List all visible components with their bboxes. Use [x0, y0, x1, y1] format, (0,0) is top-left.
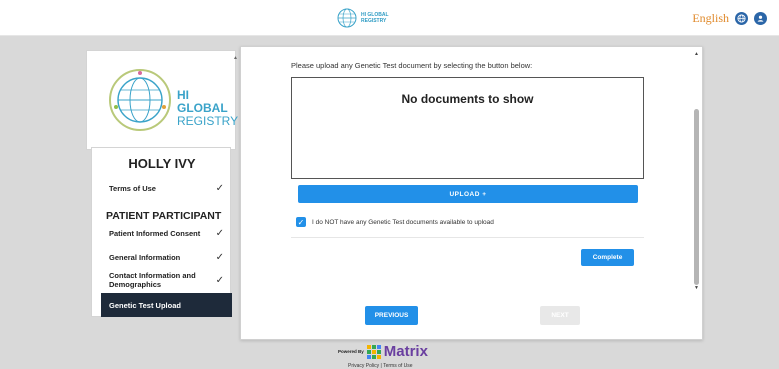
- language-selector[interactable]: English: [692, 11, 729, 26]
- sidebar-item-label: Terms of Use: [109, 184, 156, 193]
- next-button[interactable]: NEXT: [540, 306, 580, 325]
- globe-logo-icon: [337, 8, 357, 28]
- section-heading: PATIENT PARTICIPANT: [106, 210, 222, 222]
- scroll-down-icon[interactable]: ▼: [694, 285, 699, 291]
- sidebar-item-label: Contact Information and Demographics: [109, 271, 196, 289]
- sidebar-item-terms-of-use[interactable]: Terms of Use ✓: [92, 183, 232, 194]
- upload-button[interactable]: UPLOAD +: [298, 185, 638, 203]
- sidebar-item-genetic-test-upload[interactable]: Genetic Test Upload: [101, 293, 232, 317]
- scrollbar-thumb[interactable]: [694, 109, 699, 285]
- matrix-grid-logo-icon: [366, 344, 381, 359]
- user-account-icon[interactable]: [754, 12, 767, 25]
- sidebar-item-general-information[interactable]: General Information ✓: [92, 252, 232, 263]
- footer-branding: Powered By Matrix: [338, 343, 428, 360]
- powered-by-label: Powered By: [338, 349, 364, 354]
- check-icon: ✓: [215, 252, 224, 263]
- check-icon: ✓: [215, 183, 224, 194]
- no-documents-option[interactable]: ✓ I do NOT have any Genetic Test documen…: [296, 217, 494, 227]
- check-icon: ✓: [215, 275, 224, 286]
- matrix-brand: Matrix: [383, 343, 428, 360]
- sidebar-scroll-up-icon[interactable]: ▲: [233, 55, 238, 61]
- brand-line2: REGISTRY: [177, 114, 239, 128]
- panel-scrollbar[interactable]: ▲ ▼: [693, 51, 700, 291]
- header-logo-line2: REGISTRY: [361, 18, 387, 24]
- footer-links[interactable]: Privacy Policy | Terms of Use: [348, 363, 413, 369]
- sidebar-item-informed-consent[interactable]: Patient Informed Consent ✓: [92, 228, 232, 239]
- registry-logo-card: HI GLOBAL REGISTRY: [86, 50, 239, 150]
- progress-sidebar: HOLLY IVY Terms of Use ✓ PATIENT PARTICI…: [91, 147, 232, 317]
- header-logo[interactable]: HI GLOBAL REGISTRY: [336, 7, 389, 29]
- sidebar-item-label: Patient Informed Consent: [109, 229, 201, 238]
- sidebar-item-label: General Information: [109, 253, 181, 262]
- patient-name: HOLLY IVY: [128, 156, 196, 171]
- no-documents-checkbox[interactable]: ✓: [296, 217, 306, 227]
- upload-instruction: Please upload any Genetic Test document …: [291, 61, 533, 70]
- previous-button[interactable]: PREVIOUS: [365, 306, 418, 325]
- divider: [291, 237, 644, 238]
- brand-line1: HI GLOBAL: [177, 88, 228, 115]
- empty-documents-message: No documents to show: [401, 92, 534, 106]
- top-header: HI GLOBAL REGISTRY English: [0, 0, 779, 36]
- registry-globe-logo-icon: [109, 69, 171, 131]
- upload-panel: Please upload any Genetic Test document …: [240, 46, 703, 340]
- complete-button[interactable]: Complete: [581, 249, 634, 266]
- no-documents-label: I do NOT have any Genetic Test documents…: [312, 218, 494, 226]
- documents-list: No documents to show: [291, 77, 644, 179]
- scroll-up-icon[interactable]: ▲: [694, 51, 699, 57]
- check-icon: ✓: [215, 228, 224, 239]
- globe-icon[interactable]: [735, 12, 748, 25]
- sidebar-item-contact-information[interactable]: Contact Information and Demographics ✓: [92, 271, 232, 289]
- sidebar-item-label: Genetic Test Upload: [109, 300, 181, 310]
